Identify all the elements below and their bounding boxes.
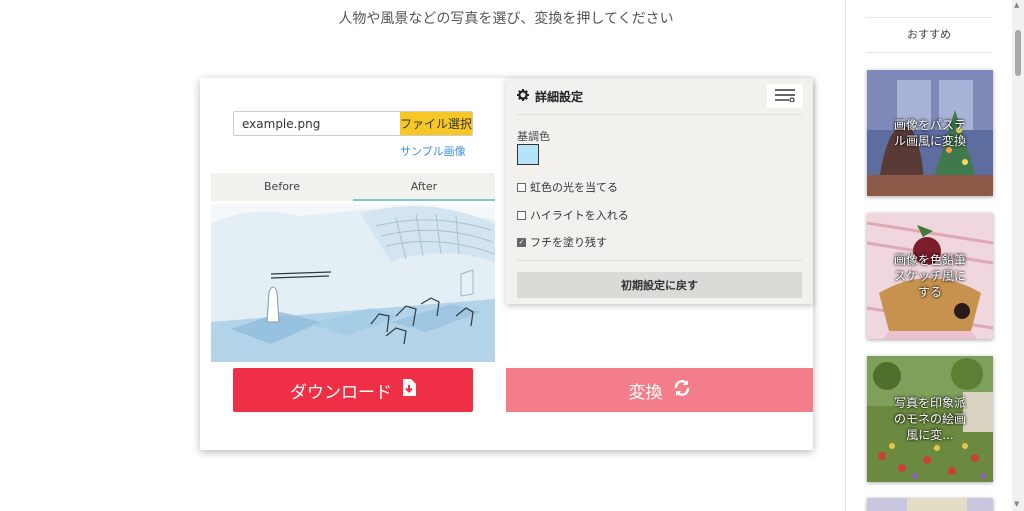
scroll-up-icon[interactable]: ▲	[1014, 1, 1019, 9]
divider	[517, 260, 802, 261]
option-label: ハイライトを入れる	[530, 209, 629, 222]
recommend-card-pastel[interactable]: 画像をパステル画風に変換	[867, 70, 993, 196]
option-highlight[interactable]: ハイライトを入れる	[517, 207, 629, 223]
file-download-icon	[402, 379, 416, 401]
tab-after[interactable]: After	[353, 173, 495, 201]
tab-before[interactable]: Before	[211, 173, 353, 201]
option-label: フチを塗り残す	[530, 236, 607, 249]
option-label: 虹色の光を当てる	[530, 181, 618, 194]
advanced-settings-panel: 詳細設定 基調色 虹色の光を当てる ハイライトを入れる ✓ フチを塗り残す 初期…	[506, 78, 813, 304]
recommend-label: 画像を色鉛筆スケッチ風にする	[893, 253, 966, 299]
download-label: ダウンロード	[290, 382, 392, 403]
base-color-swatch[interactable]	[517, 144, 539, 165]
sidebar-title: おすすめ	[866, 17, 992, 53]
divider	[517, 114, 802, 115]
recommend-label: 画像をパステル画風に変換	[893, 118, 966, 148]
page-scrollbar[interactable]: ▲ ▼	[1012, 0, 1024, 511]
checkbox-checked[interactable]: ✓	[517, 237, 526, 247]
refresh-icon	[673, 379, 691, 402]
partial-thumbnail	[867, 498, 993, 511]
scroll-down-icon[interactable]: ▼	[1014, 500, 1019, 508]
reset-defaults-button[interactable]: 初期設定に戻す	[517, 272, 802, 298]
download-button[interactable]: ダウンロード	[233, 368, 473, 412]
file-select-button[interactable]: ファイル選択	[400, 112, 472, 135]
convert-label: 変換	[628, 382, 663, 403]
recommend-label: 写真を印象派のモネの絵画風に変...	[893, 396, 966, 442]
filename-field[interactable]	[234, 112, 400, 135]
before-after-tabs: Before After	[211, 173, 495, 201]
convert-button[interactable]: 変換	[506, 368, 813, 412]
scrollbar-thumb[interactable]	[1015, 30, 1021, 76]
file-picker: ファイル選択	[233, 111, 473, 136]
checkbox[interactable]	[517, 182, 526, 192]
gear-icon	[517, 89, 529, 104]
settings-header: 詳細設定	[517, 88, 583, 105]
recommend-card-partial[interactable]	[867, 498, 993, 511]
settings-title: 詳細設定	[535, 90, 584, 104]
recommend-card-monet[interactable]: 写真を印象派のモネの絵画風に変...	[867, 356, 993, 482]
option-leave-edges[interactable]: ✓ フチを塗り残す	[517, 234, 607, 250]
recommend-card-pencil[interactable]: 画像を色鉛筆スケッチ風にする	[867, 213, 993, 339]
sample-image-link[interactable]: サンプル画像	[400, 143, 466, 159]
settings-toggle-button[interactable]	[767, 84, 803, 108]
menu-settings-icon	[774, 87, 796, 106]
checkbox[interactable]	[517, 210, 526, 220]
recommendations-sidebar: おすすめ 画像をパステル画風に変換 画像を色鉛筆スケッチ風にする 写真を印象派の…	[845, 0, 1012, 511]
preview-image	[211, 204, 495, 362]
base-color-label: 基調色	[517, 130, 550, 143]
option-rainbow-light[interactable]: 虹色の光を当てる	[517, 179, 618, 195]
